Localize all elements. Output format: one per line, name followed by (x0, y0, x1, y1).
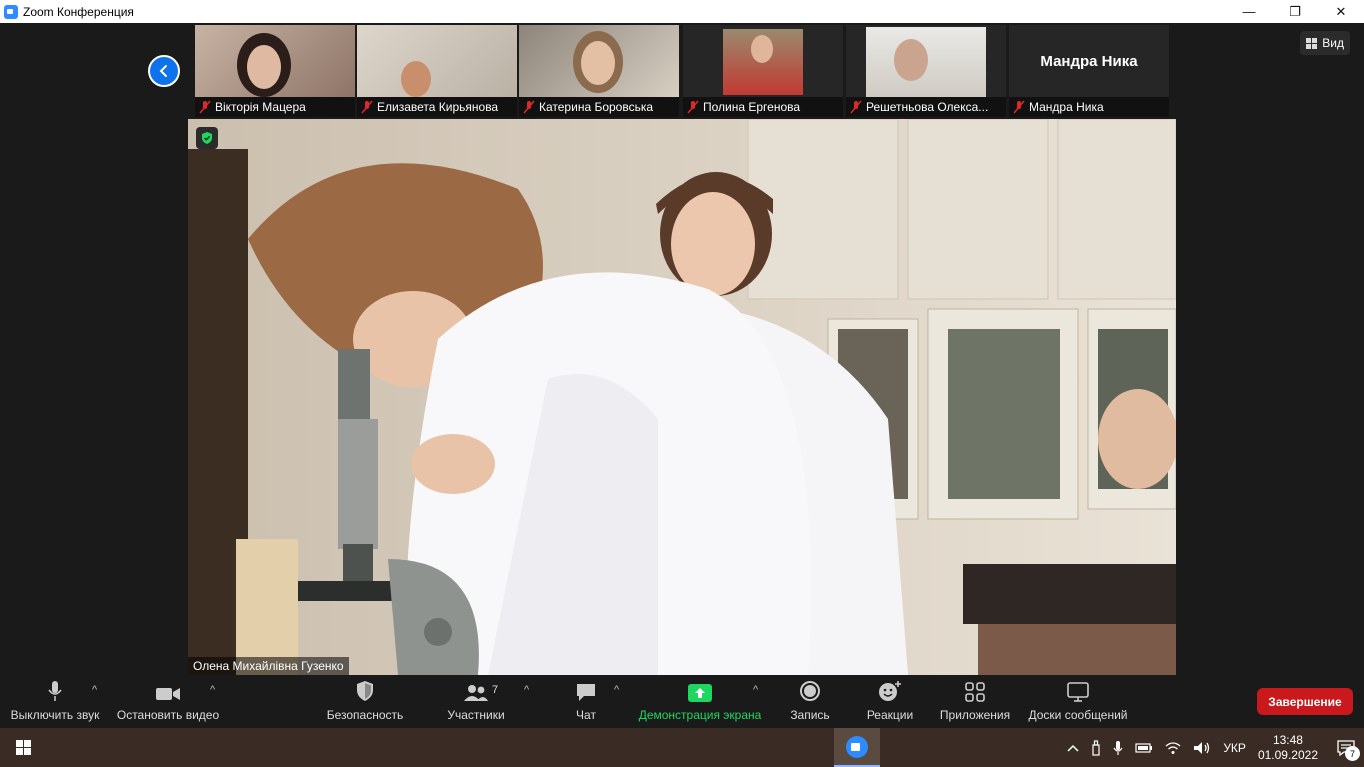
video-camera-icon (156, 688, 180, 700)
previous-page-button[interactable] (148, 55, 180, 87)
active-speaker-video[interactable]: Олена Михайлівна Гузенко (188, 119, 1176, 675)
stop-video-label: Остановить видео (116, 708, 220, 722)
participant-video (846, 25, 1006, 97)
view-button[interactable]: Вид (1300, 31, 1350, 55)
action-center-button[interactable]: 7 (1328, 728, 1364, 767)
meeting-toolbar: Выключить звук ^ Остановить видео ^ Безо… (0, 676, 1364, 728)
reaction-smiley-icon (879, 681, 901, 701)
participant-name: Катерина Боровська (539, 100, 654, 114)
start-button[interactable] (0, 728, 46, 767)
participant-video (683, 25, 843, 97)
whiteboards-button[interactable]: Доски сообщений (1024, 676, 1132, 728)
security-button[interactable]: Безопасность (325, 676, 405, 728)
chat-bubble-icon (577, 684, 595, 701)
participant-tile[interactable]: Катерина Боровська (519, 25, 679, 117)
mic-muted-icon (361, 100, 373, 114)
encryption-shield-icon (196, 127, 218, 149)
window-title: Zoom Конференция (23, 4, 134, 19)
windows-logo-icon (15, 740, 31, 755)
reactions-label: Реакции (866, 708, 914, 722)
share-screen-icon (688, 684, 712, 702)
zoom-taskbar-icon (846, 735, 868, 758)
mute-button[interactable]: Выключить звук (8, 676, 102, 728)
grid-view-icon (1306, 37, 1318, 49)
record-icon (800, 681, 820, 701)
volume-icon[interactable] (1193, 741, 1211, 755)
mic-muted-icon (1013, 100, 1025, 114)
participants-options-caret-icon[interactable]: ^ (524, 684, 529, 696)
participant-video (357, 25, 517, 97)
participant-video (519, 25, 679, 97)
restore-button[interactable]: ❐ (1272, 0, 1318, 23)
taskbar-clock[interactable]: 13:48 01.09.2022 (1258, 733, 1318, 763)
participant-name: Полина Ергенова (703, 100, 801, 114)
participant-tile[interactable]: Решетньова Олекса... (846, 25, 1006, 117)
participant-tile[interactable]: Елизавета Кирьянова (357, 25, 517, 117)
participant-tile[interactable]: Мандра Ника Мандра Ника (1009, 25, 1169, 117)
participants-icon (464, 685, 488, 701)
participant-name: Елизавета Кирьянова (377, 100, 499, 114)
clock-date: 01.09.2022 (1257, 747, 1318, 762)
audio-options-caret-icon[interactable]: ^ (92, 684, 97, 696)
microphone-icon (48, 681, 62, 701)
video-options-caret-icon[interactable]: ^ (210, 684, 215, 696)
wifi-icon[interactable] (1165, 741, 1181, 755)
share-screen-label: Демонстрация экрана (638, 708, 762, 722)
whiteboards-label: Доски сообщений (1028, 708, 1128, 722)
show-hidden-icons-chevron-up-icon[interactable] (1067, 744, 1079, 752)
speaker-name-label: Олена Михайлівна Гузенко (188, 657, 349, 675)
security-label: Безопасность (326, 708, 404, 722)
clock-time: 13:48 (1272, 732, 1303, 747)
shield-icon (357, 681, 373, 701)
speaker-video-frame (188, 119, 1176, 675)
participant-name-placeholder: Мандра Ника (1040, 53, 1138, 70)
window-title-bar: Zoom Конференция — ❐ ✕ (0, 0, 1364, 23)
mute-label: Выключить звук (10, 708, 100, 722)
whiteboard-icon (1067, 682, 1089, 702)
chat-button[interactable]: Чат (566, 676, 606, 728)
system-tray: УКР 13:48 01.09.2022 7 (1061, 728, 1364, 767)
view-button-label: Вид (1322, 36, 1344, 50)
input-language-indicator[interactable]: УКР (1223, 741, 1246, 755)
end-meeting-button[interactable]: Завершение (1257, 688, 1353, 715)
record-label: Запись (790, 708, 830, 722)
participants-label: Участники (447, 708, 505, 722)
participant-name: Решетньова Олекса... (866, 100, 989, 114)
chat-label: Чат (576, 708, 596, 722)
mic-muted-icon (850, 100, 862, 114)
windows-taskbar: УКР 13:48 01.09.2022 7 (0, 728, 1364, 767)
share-options-caret-icon[interactable]: ^ (753, 684, 758, 696)
usb-device-icon[interactable] (1091, 739, 1101, 756)
microphone-tray-icon[interactable] (1113, 740, 1123, 756)
mic-muted-icon (199, 100, 211, 114)
participants-button[interactable]: Участники (442, 676, 510, 728)
chevron-left-icon (159, 65, 167, 77)
record-button[interactable]: Запись (786, 676, 834, 728)
participants-count: 7 (492, 684, 499, 696)
mic-muted-icon (687, 100, 699, 114)
apps-icon (965, 682, 985, 702)
participant-name: Мандра Ника (1029, 100, 1104, 114)
participant-tile[interactable]: Полина Ергенова (683, 25, 843, 117)
battery-icon[interactable] (1135, 742, 1153, 754)
participant-name: Вікторія Мацера (215, 100, 306, 114)
apps-label: Приложения (939, 708, 1011, 722)
chat-options-caret-icon[interactable]: ^ (614, 684, 619, 696)
close-button[interactable]: ✕ (1318, 0, 1364, 23)
taskbar-zoom-app[interactable] (834, 728, 880, 767)
minimize-button[interactable]: — (1226, 0, 1272, 23)
share-screen-button[interactable]: Демонстрация экрана (636, 676, 764, 728)
apps-button[interactable]: Приложения (936, 676, 1014, 728)
meeting-area: Вид Вікторія Мацера Елизавета Кирьянова … (0, 23, 1364, 676)
stop-video-button[interactable]: Остановить видео (116, 676, 220, 728)
participant-tile[interactable]: Вікторія Мацера (195, 25, 355, 117)
notification-count-badge: 7 (1345, 746, 1360, 761)
participant-video (195, 25, 355, 97)
reactions-button[interactable]: Реакции (864, 676, 916, 728)
mic-muted-icon (523, 100, 535, 114)
zoom-app-icon (4, 4, 18, 19)
